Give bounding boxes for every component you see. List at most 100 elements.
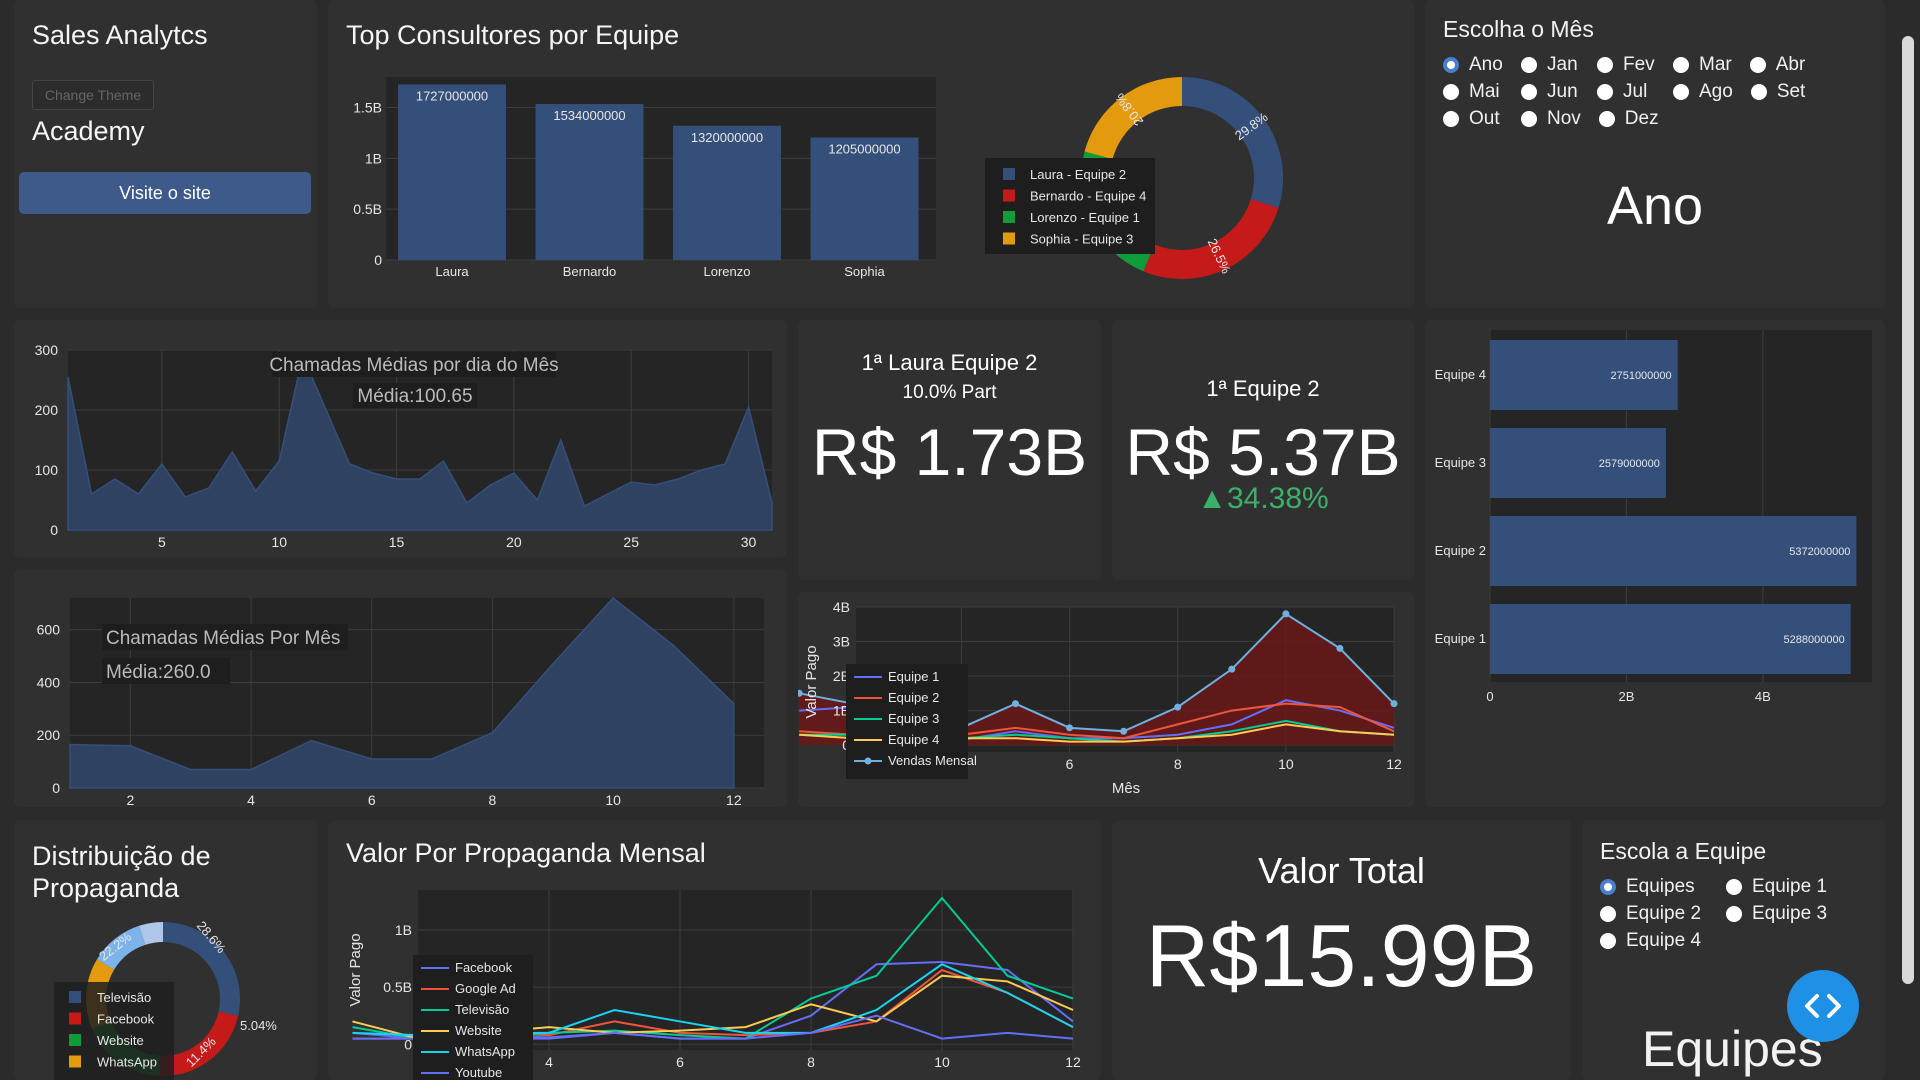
month-option-set[interactable]: Set — [1750, 81, 1809, 103]
month-option-mai[interactable]: Mai — [1443, 81, 1503, 103]
hbar-value-label: 2751000000 — [1610, 370, 1671, 382]
top-consultores-chart: 0 0.5B 1B 1.5B 1727000000 Laura 1534000000 Bern… — [353, 77, 1283, 280]
legend-label: Youtube — [455, 1065, 502, 1080]
legend-swatch — [69, 991, 81, 1003]
y-tick: 400 — [37, 674, 61, 690]
radio-dot[interactable] — [1443, 57, 1459, 73]
line-point — [1066, 724, 1074, 732]
y-tick: 0 — [404, 1036, 412, 1052]
visit-site-button[interactable]: Visite o site — [19, 172, 311, 214]
bar-y-tick: 0 — [374, 252, 382, 268]
radio-label: Equipe 1 — [1752, 876, 1828, 897]
legend-label: WhatsApp — [97, 1055, 157, 1070]
x-tick: 10 — [271, 534, 287, 550]
radio-dot[interactable] — [1726, 879, 1742, 895]
valor-total-title: Valor Total — [1258, 850, 1425, 891]
radio-dot[interactable] — [1443, 84, 1459, 100]
line-point — [1012, 700, 1020, 708]
legend-label: WhatsApp — [455, 1044, 515, 1059]
x-tick: 4B — [1755, 689, 1771, 704]
month-radio-group: Ano Jan Fev Mar Abr Mai Jun Jul Ago Set Out Nov Dez — [1443, 54, 1827, 135]
hbar-category-label: Equipe 1 — [1435, 631, 1486, 646]
legend-label: Bernardo - Equipe 4 — [1030, 189, 1146, 204]
brand-card: Sales Analytcs Change Theme Academy Visi… — [14, 0, 317, 308]
radio-dot[interactable] — [1750, 84, 1767, 100]
legend-label: Equipe 4 — [888, 732, 939, 747]
radio-dot[interactable] — [1443, 111, 1459, 127]
change-theme-button[interactable]: Change Theme — [32, 80, 154, 110]
vendas-chart: 01B2B3B4B4681012 Valor Pago Mês Equipe 1… — [798, 599, 1402, 797]
kpi-consultor-card: 1ª Laura Equipe 2 10.0% Part R$ 1.73B — [798, 320, 1101, 580]
legend-label: Televisão — [455, 1002, 509, 1017]
radio-dot[interactable] — [1673, 84, 1689, 100]
team-option-equipes[interactable]: Equipes — [1600, 876, 1708, 898]
radio-dot[interactable] — [1597, 84, 1613, 100]
bar-y-tick: 0.5B — [353, 201, 382, 217]
x-tick: 12 — [1386, 756, 1402, 772]
radio-dot[interactable] — [1521, 57, 1537, 73]
month-option-nov[interactable]: Nov — [1521, 108, 1581, 130]
radio-dot[interactable] — [1600, 879, 1616, 895]
month-option-out[interactable]: Out — [1443, 108, 1503, 130]
y-tick: 200 — [35, 402, 59, 418]
radio-dot[interactable] — [1521, 111, 1537, 127]
legend-label: Vendas Mensal — [888, 753, 977, 768]
month-option-jan[interactable]: Jan — [1521, 54, 1579, 76]
line-point — [1120, 727, 1128, 735]
legend-label: Website — [97, 1033, 144, 1048]
bar-x-tick: Bernardo — [563, 264, 616, 279]
radio-label: Jul — [1623, 81, 1648, 102]
month-option-jun[interactable]: Jun — [1521, 81, 1579, 103]
team-option-equipe-2[interactable]: Equipe 2 — [1600, 903, 1708, 925]
code-toggle-button[interactable] — [1787, 970, 1859, 1042]
propaganda-mensal-chart: 0 0.5B 1B 4 6 8 10 12 Valor Pago Facebook Google… — [347, 890, 1081, 1080]
radio-dot[interactable] — [1600, 906, 1616, 922]
radio-label: Equipe 2 — [1626, 903, 1702, 924]
y-tick: 100 — [35, 462, 59, 478]
radio-dot[interactable] — [1598, 111, 1615, 127]
radio-dot[interactable] — [1521, 84, 1537, 100]
team-option-equipe-1[interactable]: Equipe 1 — [1726, 876, 1834, 898]
legend-swatch — [1003, 232, 1015, 245]
month-option-ano[interactable]: Ano — [1443, 54, 1503, 76]
radio-label: Dez — [1624, 108, 1659, 129]
propaganda-dist-chart: 28.6%22.2%11.4%5.04% TelevisãoFacebookWe… — [54, 918, 277, 1080]
team-radio-group: Equipes Equipe 1 Equipe 2 Equipe 3 Equipe 4 — [1600, 876, 1852, 957]
team-radio-row: Equipes Equipe 1 — [1600, 876, 1852, 898]
team-option-equipe-4[interactable]: Equipe 4 — [1600, 930, 1708, 952]
legend-label: Google Ad — [455, 981, 516, 996]
radio-dot[interactable] — [1726, 906, 1742, 922]
month-option-mar[interactable]: Mar — [1673, 54, 1732, 76]
selected-month-display: Ano — [1606, 176, 1704, 236]
radio-dot[interactable] — [1597, 57, 1613, 73]
month-option-dez[interactable]: Dez — [1598, 108, 1659, 130]
radio-dot[interactable] — [1673, 57, 1689, 73]
calls-per-month-media: Média:260.0 — [106, 662, 211, 683]
month-radio-row: Ano Jan Fev Mar Abr — [1443, 54, 1827, 76]
month-option-ago[interactable]: Ago — [1673, 81, 1733, 103]
radio-dot[interactable] — [1749, 57, 1766, 73]
radio-label: Jan — [1547, 54, 1578, 75]
month-option-fev[interactable]: Fev — [1597, 54, 1655, 76]
calls-per-month-card: 0 200 400 600 2 4 6 8 10 12 Chamadas Médias Por M… — [14, 570, 787, 807]
hbar-category-label: Equipe 2 — [1435, 543, 1486, 558]
legend-label: Lorenzo - Equipe 1 — [1030, 210, 1140, 225]
month-option-jul[interactable]: Jul — [1597, 81, 1655, 103]
team-option-equipe-3[interactable]: Equipe 3 — [1726, 903, 1834, 925]
y-tick: 300 — [35, 342, 59, 358]
x-tick: 4 — [247, 792, 255, 807]
code-icon — [1805, 994, 1841, 1018]
line-point — [1174, 703, 1182, 711]
radio-label: Jun — [1547, 81, 1578, 102]
legend-label: Laura - Equipe 2 — [1030, 167, 1126, 182]
radio-dot[interactable] — [1600, 933, 1616, 949]
month-option-abr[interactable]: Abr — [1749, 54, 1808, 76]
legend-swatch — [1003, 168, 1015, 180]
radio-label: Abr — [1775, 54, 1806, 75]
equipes-bar-chart: 0 2B 4B 2751000000 Equipe 4 2579000000 Equipe … — [1435, 330, 1872, 704]
team-radio-row: Equipe 4 — [1600, 930, 1852, 952]
scrollbar[interactable] — [1902, 36, 1914, 984]
x-tick: 10 — [934, 1054, 950, 1070]
month-selector-card: Escolha o Mês Ano Jan Fev Mar Abr Mai Jun Jul Ag… — [1425, 0, 1885, 308]
legend-label: Website — [455, 1023, 502, 1038]
